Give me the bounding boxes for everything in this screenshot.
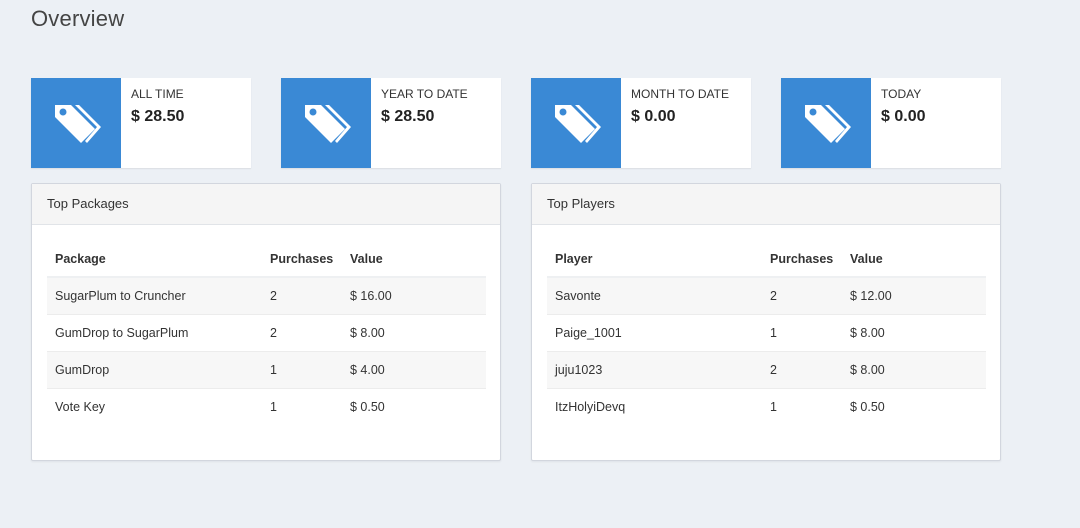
purchases-count: 2: [262, 314, 342, 352]
table-row: Savonte 2 $ 12.00: [547, 276, 986, 315]
value-cell: $ 8.00: [842, 314, 986, 352]
tags-icon: [781, 78, 871, 168]
stat-value: $ 28.50: [381, 108, 435, 125]
player-name: juju1023: [547, 351, 762, 389]
table-header-row: Package Purchases Value: [47, 242, 486, 278]
column-header: Package: [47, 242, 262, 278]
stat-box-year-to-date: YEAR TO DATE $ 28.50: [281, 78, 501, 168]
player-name: ItzHolyiDevq: [547, 388, 762, 425]
table-row: Vote Key 1 $ 0.50: [47, 388, 486, 425]
player-name: Paige_1001: [547, 314, 762, 352]
tags-icon: [531, 78, 621, 168]
column-header: Purchases: [762, 242, 842, 278]
table-row: Paige_1001 1 $ 8.00: [547, 314, 986, 352]
value-cell: $ 4.00: [342, 351, 486, 389]
stat-label: MONTH TO DATE: [631, 87, 730, 101]
table-row: juju1023 2 $ 8.00: [547, 351, 986, 389]
package-name: GumDrop: [47, 351, 262, 389]
package-name: SugarPlum to Cruncher: [47, 276, 262, 315]
stat-value: $ 0.00: [631, 108, 676, 125]
value-cell: $ 8.00: [842, 351, 986, 389]
stat-label: ALL TIME: [131, 87, 184, 101]
tags-icon: [31, 78, 121, 168]
value-cell: $ 0.50: [842, 388, 986, 425]
tags-icon: [281, 78, 371, 168]
stat-value: $ 0.00: [881, 108, 926, 125]
column-header: Value: [342, 242, 486, 278]
value-cell: $ 8.00: [342, 314, 486, 352]
top-players-table: Player Purchases Value Savonte 2 $ 12.00…: [547, 242, 986, 425]
table-row: GumDrop 1 $ 4.00: [47, 351, 486, 389]
table-header-row: Player Purchases Value: [547, 242, 986, 278]
value-cell: $ 16.00: [342, 276, 486, 315]
stat-value: $ 28.50: [131, 108, 185, 125]
top-packages-panel: Top Packages Package Purchases Value Sug…: [31, 183, 501, 461]
stat-label: TODAY: [881, 87, 922, 101]
panel-title: Top Players: [532, 184, 1000, 225]
purchases-count: 1: [762, 388, 842, 425]
top-players-panel: Top Players Player Purchases Value Savon…: [531, 183, 1001, 461]
purchases-count: 1: [762, 314, 842, 352]
package-name: GumDrop to SugarPlum: [47, 314, 262, 352]
player-name: Savonte: [547, 276, 762, 315]
column-header: Value: [842, 242, 986, 278]
stat-box-month-to-date: MONTH TO DATE $ 0.00: [531, 78, 751, 168]
stat-label: YEAR TO DATE: [381, 87, 468, 101]
purchases-count: 1: [262, 388, 342, 425]
stat-box-today: TODAY $ 0.00: [781, 78, 1001, 168]
table-row: SugarPlum to Cruncher 2 $ 16.00: [47, 276, 486, 315]
top-packages-table: Package Purchases Value SugarPlum to Cru…: [47, 242, 486, 425]
purchases-count: 2: [762, 276, 842, 315]
value-cell: $ 12.00: [842, 276, 986, 315]
column-header: Player: [547, 242, 762, 278]
stat-box-all-time: ALL TIME $ 28.50: [31, 78, 251, 168]
purchases-count: 2: [762, 351, 842, 389]
column-header: Purchases: [262, 242, 342, 278]
value-cell: $ 0.50: [342, 388, 486, 425]
package-name: Vote Key: [47, 388, 262, 425]
table-row: ItzHolyiDevq 1 $ 0.50: [547, 388, 986, 425]
purchases-count: 2: [262, 276, 342, 315]
table-row: GumDrop to SugarPlum 2 $ 8.00: [47, 314, 486, 352]
page-title: Overview: [31, 6, 125, 31]
panel-title: Top Packages: [32, 184, 500, 225]
purchases-count: 1: [262, 351, 342, 389]
